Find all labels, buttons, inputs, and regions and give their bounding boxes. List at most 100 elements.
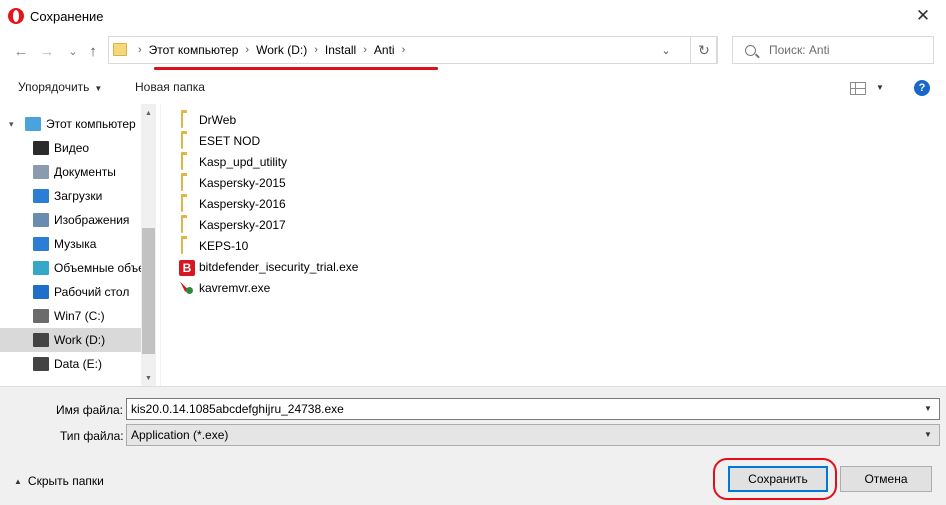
breadcrumb-separator[interactable]: ›	[138, 44, 142, 56]
sidebar-item-label: Документы	[54, 165, 116, 179]
scroll-up-arrow-icon[interactable]: ▲	[141, 106, 156, 121]
list-item[interactable]: Bbitdefender_isecurity_trial.exe	[179, 257, 358, 276]
list-item[interactable]: Kaspersky-2015	[179, 173, 286, 192]
sidebar-item-label: Work (D:)	[54, 333, 106, 347]
list-item[interactable]: DrWeb	[179, 110, 236, 129]
view-options-icon[interactable]	[850, 82, 866, 95]
sidebar-item[interactable]: Win7 (C:)	[0, 304, 141, 328]
breadcrumb-anti[interactable]: Anti	[374, 43, 395, 57]
filetype-select[interactable]: Application (*.exe)	[126, 424, 940, 446]
breadcrumb-this-pc[interactable]: Этот компьютер	[149, 43, 239, 57]
drive-icon	[33, 357, 49, 371]
address-bar[interactable]: › Этот компьютер › Work (D:) › Install ›…	[108, 36, 717, 64]
list-item[interactable]: Kasp_upd_utility	[179, 152, 287, 171]
desktop-icon	[33, 285, 49, 299]
breadcrumb-install[interactable]: Install	[325, 43, 356, 57]
chevron-down-icon[interactable]: ▼	[924, 404, 932, 413]
folder-icon	[179, 237, 195, 254]
organize-button[interactable]: Упорядочить ▼	[18, 80, 102, 94]
chevron-down-icon: ▼	[94, 84, 103, 93]
breadcrumb-work-drive[interactable]: Work (D:)	[256, 43, 307, 57]
forward-button[interactable]: →	[38, 41, 56, 61]
file-name: Kaspersky-2017	[199, 217, 286, 232]
breadcrumb-separator[interactable]: ›	[363, 44, 367, 56]
sidebar-item[interactable]: Музыка	[0, 232, 141, 256]
breadcrumb: › Этот компьютер › Work (D:) › Install ›…	[131, 37, 412, 63]
kaspersky-icon	[179, 281, 195, 295]
refresh-button[interactable]: ↻	[690, 36, 718, 64]
command-toolbar: Упорядочить ▼ Новая папка	[0, 74, 946, 102]
sidebar-item[interactable]: Видео	[0, 136, 141, 160]
sidebar-item[interactable]: Объемные объекты	[0, 256, 141, 280]
file-name: Kaspersky-2015	[199, 175, 286, 190]
close-button[interactable]: ✕	[900, 0, 946, 32]
sidebar-item-label: Видео	[54, 141, 90, 155]
sidebar-item[interactable]: Загрузки	[0, 184, 141, 208]
window-title: Сохранение	[30, 8, 104, 24]
breadcrumb-separator[interactable]: ›	[402, 44, 406, 56]
filetype-label: Тип файла:	[60, 429, 124, 443]
sidebar-item[interactable]: Data (E:)	[0, 352, 141, 376]
sidebar-item[interactable]: Work (D:)	[0, 328, 141, 352]
sidebar-item-label: Этот компьютер	[46, 117, 136, 131]
list-item[interactable]: ESET NOD	[179, 131, 260, 150]
annotation-underline	[154, 67, 438, 70]
sidebar-item-label: Win7 (C:)	[54, 309, 105, 323]
back-button[interactable]: ←	[12, 41, 30, 61]
folder-icon	[113, 43, 127, 56]
hide-folders-button[interactable]: ▲ Скрыть папки	[14, 474, 104, 488]
file-icon-glyph	[181, 153, 183, 170]
hide-folders-label: Скрыть папки	[27, 474, 104, 488]
3d-objects-icon	[33, 261, 49, 275]
filename-input[interactable]: kis20.0.14.1085abcdefghijru_24738.exe	[126, 398, 940, 420]
file-name: KEPS-10	[199, 238, 249, 253]
sidebar-item-label: Data (E:)	[54, 357, 103, 371]
recent-locations-button[interactable]: ⌄	[64, 41, 82, 61]
file-name: kavremvr.exe	[199, 280, 271, 295]
chevron-down-icon[interactable]: ▼	[876, 83, 884, 92]
cancel-button[interactable]: Отмена	[840, 466, 932, 492]
sidebar-item[interactable]: ▾ Этот компьютер	[0, 112, 141, 136]
computer-icon	[25, 117, 41, 131]
file-icon-glyph: B	[179, 259, 195, 276]
sidebar-item-label: Загрузки	[54, 189, 103, 203]
system-drive-icon	[33, 309, 49, 323]
annotation-circle	[713, 458, 837, 500]
list-item[interactable]: Kaspersky-2016	[179, 194, 286, 213]
breadcrumb-separator[interactable]: ›	[314, 44, 318, 56]
list-item[interactable]: KEPS-10	[179, 236, 248, 255]
documents-icon	[33, 165, 49, 179]
expand-icon[interactable]: ▾	[9, 119, 14, 130]
folder-icon	[179, 153, 195, 170]
organize-label: Упорядочить	[18, 80, 90, 94]
list-item[interactable]: kavremvr.exe	[179, 278, 270, 297]
sidebar-item[interactable]: Рабочий стол	[0, 280, 141, 304]
sidebar-item-label: Рабочий стол	[54, 285, 130, 299]
address-dropdown-button[interactable]: ⌄	[648, 36, 684, 64]
chevron-down-icon[interactable]: ▼	[924, 430, 932, 439]
new-folder-button[interactable]: Новая папка	[135, 80, 205, 94]
chevron-up-icon: ▲	[14, 476, 22, 486]
file-name: ESET NOD	[199, 133, 261, 148]
music-icon	[33, 237, 49, 251]
pictures-icon	[33, 213, 49, 227]
up-button[interactable]: ↑	[84, 41, 102, 61]
drive-icon	[33, 333, 49, 347]
sidebar-item[interactable]: Документы	[0, 160, 141, 184]
search-input[interactable]: Поиск: Anti	[769, 43, 830, 57]
file-icon-glyph	[181, 195, 183, 212]
search-box[interactable]: Поиск: Anti	[732, 36, 934, 64]
folder-icon	[179, 132, 195, 149]
opera-logo-icon	[8, 8, 24, 24]
file-name: Kasp_upd_utility	[199, 154, 288, 169]
sidebar-scroll-thumb[interactable]	[142, 228, 155, 354]
sidebar-item[interactable]: Изображения	[0, 208, 141, 232]
scroll-down-arrow-icon[interactable]: ▼	[141, 371, 156, 386]
list-item[interactable]: Kaspersky-2017	[179, 215, 286, 234]
filename-label: Имя файла:	[56, 403, 123, 417]
help-button[interactable]: ?	[914, 80, 930, 96]
navigation-pane: Data (E:) Work (D:) Win7 (C:) Рабочий стол О…	[0, 104, 156, 386]
folder-icon	[179, 111, 195, 128]
breadcrumb-separator[interactable]: ›	[245, 44, 249, 56]
file-icon-glyph	[181, 237, 183, 254]
